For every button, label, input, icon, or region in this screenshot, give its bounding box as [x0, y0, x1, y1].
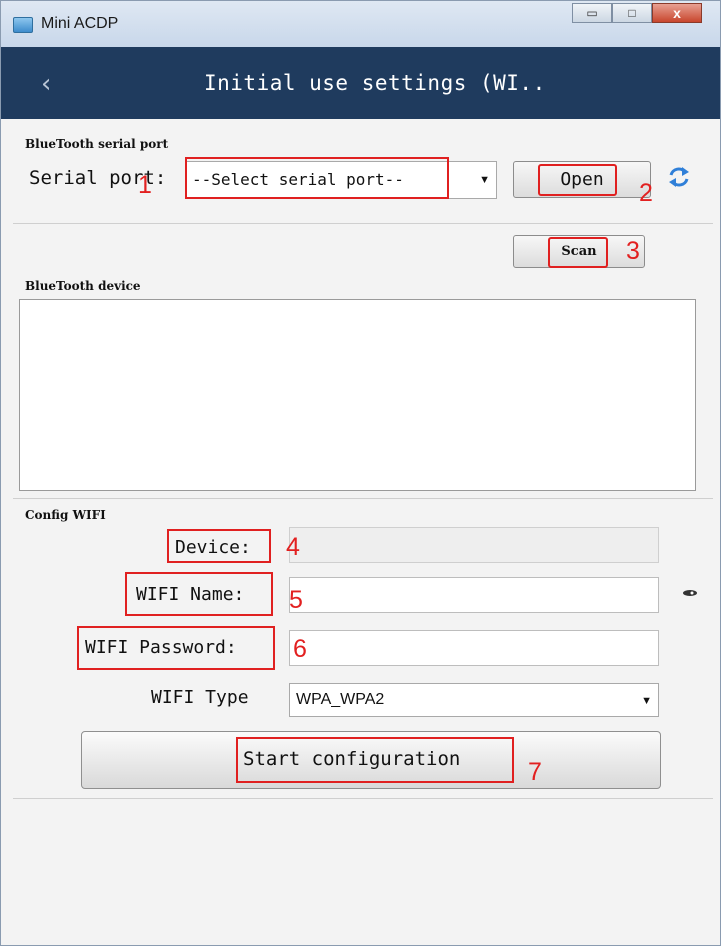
annotation-number: 2 [639, 179, 653, 207]
app-window: Mini ACDP ▭ □ x ‹ Initial use settings (… [0, 0, 721, 946]
highlight-box [125, 572, 273, 616]
annotation-number: 5 [289, 586, 303, 614]
caret-down-icon: ▼ [641, 695, 652, 707]
app-icon [13, 17, 33, 33]
page-title: Initial use settings (WI.. [204, 71, 546, 95]
annotation-number: 6 [293, 635, 307, 663]
eye-icon[interactable] [682, 589, 698, 597]
wifi-type-label: WIFI Type [151, 687, 249, 708]
window-titlebar[interactable]: Mini ACDP ▭ □ x [1, 1, 720, 47]
highlight-box [236, 737, 514, 783]
close-button[interactable]: x [652, 3, 702, 23]
annotation-number: 4 [286, 533, 300, 561]
minimize-button[interactable]: ▭ [572, 3, 612, 23]
annotation-number: 1 [138, 171, 152, 199]
divider [13, 223, 713, 224]
minimize-icon: ▭ [586, 6, 598, 20]
maximize-button[interactable]: □ [612, 3, 652, 23]
device-field [289, 527, 659, 563]
highlight-box [548, 237, 608, 268]
highlight-box [185, 157, 449, 199]
highlight-box [167, 529, 271, 563]
divider [13, 798, 713, 799]
window-title: Mini ACDP [41, 15, 119, 32]
highlight-box [538, 164, 617, 196]
annotation-number: 7 [528, 758, 542, 786]
maximize-icon: □ [628, 6, 636, 20]
caret-down-icon: ▼ [479, 174, 490, 186]
divider [13, 498, 713, 499]
window-controls: ▭ □ x [572, 3, 702, 23]
wifi-name-input[interactable] [289, 577, 659, 613]
close-icon: x [673, 5, 681, 21]
chevron-left-icon[interactable]: ‹ [41, 69, 51, 99]
bluetooth-device-list[interactable] [19, 299, 696, 491]
refresh-icon[interactable] [666, 164, 692, 190]
annotation-number: 3 [626, 237, 640, 265]
wifi-password-input[interactable] [289, 630, 659, 666]
highlight-box [77, 626, 275, 670]
section-label-bluetooth-serial: BlueTooth serial port [25, 137, 169, 151]
section-label-config-wifi: Config WIFI [25, 508, 106, 522]
nav-header: ‹ Initial use settings (WI.. [1, 47, 720, 119]
section-label-bluetooth-device: BlueTooth device [25, 279, 141, 293]
wifi-type-value: WPA_WPA2 [296, 691, 385, 708]
wifi-type-select[interactable]: WPA_WPA2 ▼ [289, 683, 659, 717]
